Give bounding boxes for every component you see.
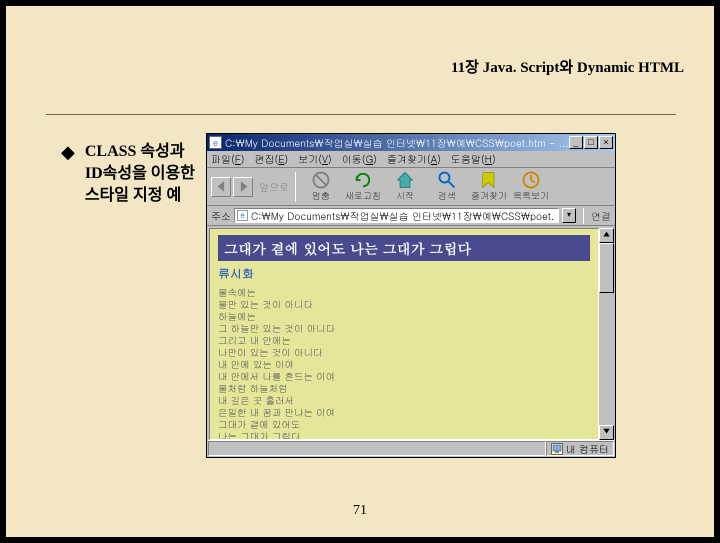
back-button[interactable]	[211, 177, 231, 197]
menu-go[interactable]: 이동(G)	[342, 152, 377, 166]
menu-edit[interactable]: 편집(E)	[254, 152, 288, 166]
maximize-button[interactable]: □	[584, 136, 598, 149]
address-bar: 주소 e C:\My Documents\작업실\실습 인터넷\11장\예\CS…	[207, 206, 615, 226]
favorites-icon	[479, 172, 499, 188]
home-icon	[395, 172, 415, 188]
computer-icon	[551, 443, 563, 455]
toolbar-pre-label: 앞으로	[259, 180, 289, 194]
history-icon	[521, 172, 541, 188]
status-zone-text: 내 컴퓨터	[566, 442, 609, 456]
address-separator	[583, 208, 584, 224]
scroll-down-button[interactable]: ▼	[599, 425, 614, 440]
address-dropdown[interactable]: ▾	[562, 208, 576, 223]
close-button[interactable]: ×	[599, 136, 613, 149]
page-content: 그대가 곁에 있어도 나는 그대가 그립다 류시화 물속에는 물만 있는 것이 …	[209, 228, 599, 440]
divider	[46, 114, 676, 115]
menu-favorites[interactable]: 즐겨찾기(A)	[387, 152, 441, 166]
links-label[interactable]: 연결	[591, 209, 611, 223]
address-label: 주소	[211, 209, 231, 223]
vertical-scrollbar[interactable]: ▲ ▼	[599, 228, 614, 440]
refresh-button[interactable]: 새로고침	[342, 172, 384, 202]
home-button[interactable]: 시작	[384, 172, 426, 202]
page-icon: e	[237, 210, 248, 221]
address-input[interactable]: e C:\My Documents\작업실\실습 인터넷\11장\예\CSS\p…	[234, 208, 559, 223]
minimize-button[interactable]: _	[569, 136, 583, 149]
menu-file[interactable]: 파일(F)	[211, 152, 244, 166]
page-poem: 물속에는 물만 있는 것이 아니다 하늘에는 그 하늘만 있는 것이 아니다 그…	[218, 286, 590, 440]
search-icon	[437, 172, 457, 188]
stop-button[interactable]: 멈춤	[300, 172, 342, 202]
scroll-thumb[interactable]	[599, 243, 614, 293]
titlebar: e C:\My Documents\작업실\실습 인터넷\11장\예\CSS\p…	[207, 134, 615, 151]
address-value: C:\My Documents\작업실\실습 인터넷\11장\예\CSS\poe…	[251, 209, 554, 223]
browser-window: e C:\My Documents\작업실\실습 인터넷\11장\예\CSS\p…	[206, 133, 616, 458]
search-button[interactable]: 검색	[426, 172, 468, 202]
ie-icon: e	[209, 136, 222, 149]
favorites-button[interactable]: 즐겨찾기	[468, 172, 510, 202]
menu-view[interactable]: 보기(V)	[298, 152, 332, 166]
status-pane-zone: 내 컴퓨터	[546, 441, 614, 456]
status-pane-left	[208, 441, 546, 456]
page-banner: 그대가 곁에 있어도 나는 그대가 그립다	[218, 235, 590, 261]
slide: 11장 Java. Script와 Dynamic HTML ◆ CLASS 속…	[6, 6, 714, 537]
stop-icon	[311, 172, 331, 188]
bullet-item: ◆ CLASS 속성과 ID속성을 이용한 스타일 지정 예	[61, 141, 201, 207]
forward-button[interactable]	[233, 177, 253, 197]
window-title: C:\My Documents\작업실\실습 인터넷\11장\예\CSS\poe…	[225, 136, 569, 150]
menu-help[interactable]: 도움말(H)	[451, 152, 496, 166]
scroll-up-button[interactable]: ▲	[599, 228, 614, 243]
refresh-icon	[353, 172, 373, 188]
toolbar: 앞으로 멈춤 새로고침 시작 검색 즐겨찾기	[207, 168, 615, 206]
slide-header: 11장 Java. Script와 Dynamic HTML	[451, 56, 684, 77]
bullet-marker: ◆	[61, 141, 75, 207]
statusbar: 내 컴퓨터	[208, 440, 614, 456]
toolbar-separator	[295, 172, 296, 202]
bullet-text: CLASS 속성과 ID속성을 이용한 스타일 지정 예	[85, 141, 201, 207]
page-number: 71	[6, 503, 714, 519]
menubar: 파일(F) 편집(E) 보기(V) 이동(G) 즐겨찾기(A) 도움말(H)	[207, 151, 615, 168]
history-button[interactable]: 목록보기	[510, 172, 552, 202]
page-author: 류시화	[218, 265, 590, 282]
